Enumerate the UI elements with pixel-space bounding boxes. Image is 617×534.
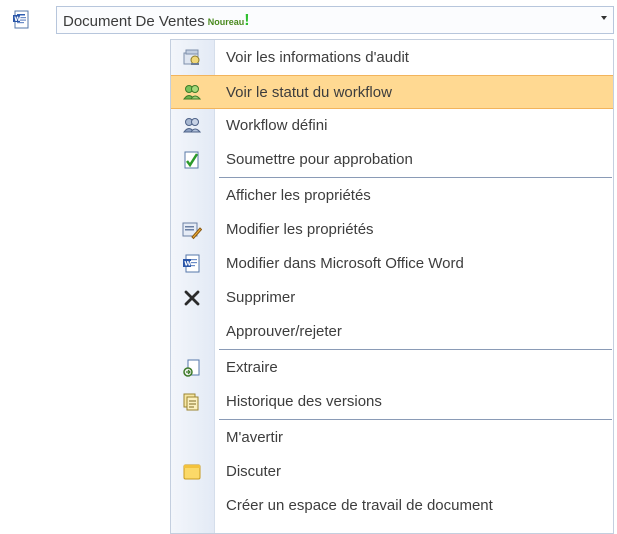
approval-icon (182, 150, 202, 170)
menu-item-alert-me[interactable]: M'avertir (171, 421, 613, 455)
menu-item-create-workspace[interactable]: Créer un espace de travail de document (171, 489, 613, 523)
menu-item-label: Modifier dans Microsoft Office Word (226, 255, 464, 272)
workflow-icon (182, 116, 202, 136)
menu-item-label: Soumettre pour approbation (226, 151, 413, 168)
menu-item-audit[interactable]: Voir les informations d'audit (171, 41, 613, 75)
discuss-icon (182, 462, 202, 482)
menu-separator (219, 349, 612, 350)
new-indicator-icon: ! (244, 12, 250, 29)
menu-item-view-properties[interactable]: Afficher les propriétés (171, 179, 613, 213)
menu-separator (219, 419, 612, 420)
sharepoint-document-view: W Document De Ventes Noureau! Voir les in… (0, 0, 617, 534)
menu-item-label: Voir le statut du workflow (226, 84, 392, 101)
document-title: Document De Ventes Noureau! (63, 12, 250, 30)
menu-item-approve-reject[interactable]: Approuver/rejeter (171, 315, 613, 349)
audit-icon (182, 48, 202, 68)
menu-item-label: M'avertir (226, 429, 284, 446)
menu-item-label: Approuver/rejeter (226, 323, 342, 340)
word-document-icon[interactable]: W (12, 10, 32, 30)
context-menu: Voir les informations d'audit Voir le st… (170, 39, 614, 534)
menu-item-label: Historique des versions (226, 393, 382, 410)
document-title-text: Document De Ventes (63, 13, 205, 30)
menu-item-label: Afficher les propriétés (226, 187, 371, 204)
menu-item-checkout[interactable]: Extraire (171, 351, 613, 385)
menu-item-edit-properties[interactable]: Modifier les propriétés (171, 213, 613, 247)
menu-item-label: Voir les informations d'audit (226, 49, 409, 66)
menu-item-label: Workflow défini (226, 117, 328, 134)
menu-item-label: Supprimer (226, 289, 296, 306)
delete-icon (182, 288, 202, 308)
workflow-status-icon (182, 83, 202, 103)
menu-item-workflow-status[interactable]: Voir le statut du workflow (171, 75, 613, 109)
version-history-icon (182, 392, 202, 412)
menu-item-label: Créer un espace de travail de document (226, 497, 493, 514)
word-edit-icon: W (182, 254, 202, 274)
new-badge: Noureau (207, 17, 245, 27)
svg-text:W: W (14, 16, 21, 23)
menu-item-delete[interactable]: Supprimer (171, 281, 613, 315)
menu-item-submit-approval[interactable]: Soumettre pour approbation (171, 143, 613, 177)
menu-separator (219, 177, 612, 178)
chevron-down-icon[interactable] (601, 16, 607, 20)
menu-item-label: Modifier les propriétés (226, 221, 374, 238)
edit-properties-icon (182, 220, 203, 240)
menu-item-discuss[interactable]: Discuter (171, 455, 613, 489)
menu-item-label: Extraire (226, 359, 278, 376)
menu-item-version-history[interactable]: Historique des versions (171, 385, 613, 419)
menu-item-label: Discuter (226, 463, 282, 480)
menu-item-edit-in-word[interactable]: W Modifier dans Microsoft Office Word (171, 247, 613, 281)
svg-text:W: W (184, 260, 191, 268)
document-title-dropdown[interactable]: Document De Ventes Noureau! (56, 6, 614, 34)
menu-item-workflow[interactable]: Workflow défini (171, 109, 613, 143)
checkout-icon (182, 358, 202, 378)
